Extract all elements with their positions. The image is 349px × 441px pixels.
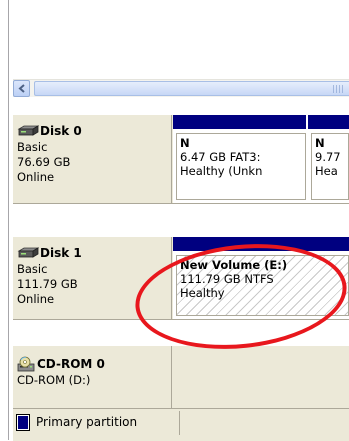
partition-detail: 9.77 <box>315 150 341 164</box>
disk-name: Disk 0 <box>40 124 82 138</box>
disk-type: Basic <box>17 262 48 276</box>
hard-disk-icon <box>17 125 39 136</box>
scrollbar-thumb[interactable] <box>34 81 349 96</box>
disk-row-disk0[interactable]: Disk 0 Basic 76.69 GB Online N 6.47 GB F… <box>13 114 349 204</box>
partition-body[interactable]: N 6.47 GB FAT3: Healthy (Unkn <box>176 133 306 200</box>
partition-disk0-2[interactable]: N 9.77 Hea <box>308 115 349 203</box>
disk-info-cdrom0[interactable]: CD-ROM 0 CD-ROM (D:) <box>13 346 172 409</box>
volume-list-area <box>10 0 349 79</box>
cdrom-drive: CD-ROM (D:) <box>17 373 91 387</box>
disk-name: Disk 1 <box>40 246 82 260</box>
partition-body[interactable]: N 9.77 Hea <box>311 133 349 200</box>
disk-type: Basic <box>17 140 48 154</box>
disk-management-window: Disk 0 Basic 76.69 GB Online N 6.47 GB F… <box>0 0 349 441</box>
partition-title: N <box>180 136 190 150</box>
legend-separator <box>179 411 180 435</box>
cdrom-partition-area <box>173 346 349 409</box>
primary-partition-bar <box>173 115 306 129</box>
partition-disk0-1[interactable]: N 6.47 GB FAT3: Healthy (Unkn <box>173 115 306 203</box>
legend-bar: Primary partition <box>13 408 349 441</box>
legend-item-primary-partition: Primary partition <box>16 413 138 431</box>
partition-state: Healthy (Unkn <box>180 164 263 178</box>
primary-partition-swatch <box>16 413 30 431</box>
horizontal-scrollbar[interactable] <box>13 79 349 97</box>
hard-disk-icon <box>17 247 39 258</box>
primary-partition-bar <box>308 115 349 129</box>
disk-size: 76.69 GB <box>17 155 71 169</box>
disk-row-cdrom0[interactable]: CD-ROM 0 CD-ROM (D:) <box>13 345 349 409</box>
legend-label: Primary partition <box>36 415 138 429</box>
partitions-disk0: N 6.47 GB FAT3: Healthy (Unkn N 9.77 Hea <box>173 115 349 203</box>
cd-rom-icon <box>17 356 35 372</box>
disk-status: Online <box>17 170 55 184</box>
window-left-edge <box>0 0 10 440</box>
disk-info-disk0[interactable]: Disk 0 Basic 76.69 GB Online <box>13 115 172 203</box>
partition-state: Hea <box>315 164 338 178</box>
scrollbar-grip-icon <box>333 85 345 93</box>
scroll-left-arrow-icon[interactable] <box>13 80 30 97</box>
cdrom-name: CD-ROM 0 <box>37 357 105 371</box>
partition-detail: 6.47 GB FAT3: <box>180 150 261 164</box>
partition-title: N <box>315 136 325 150</box>
